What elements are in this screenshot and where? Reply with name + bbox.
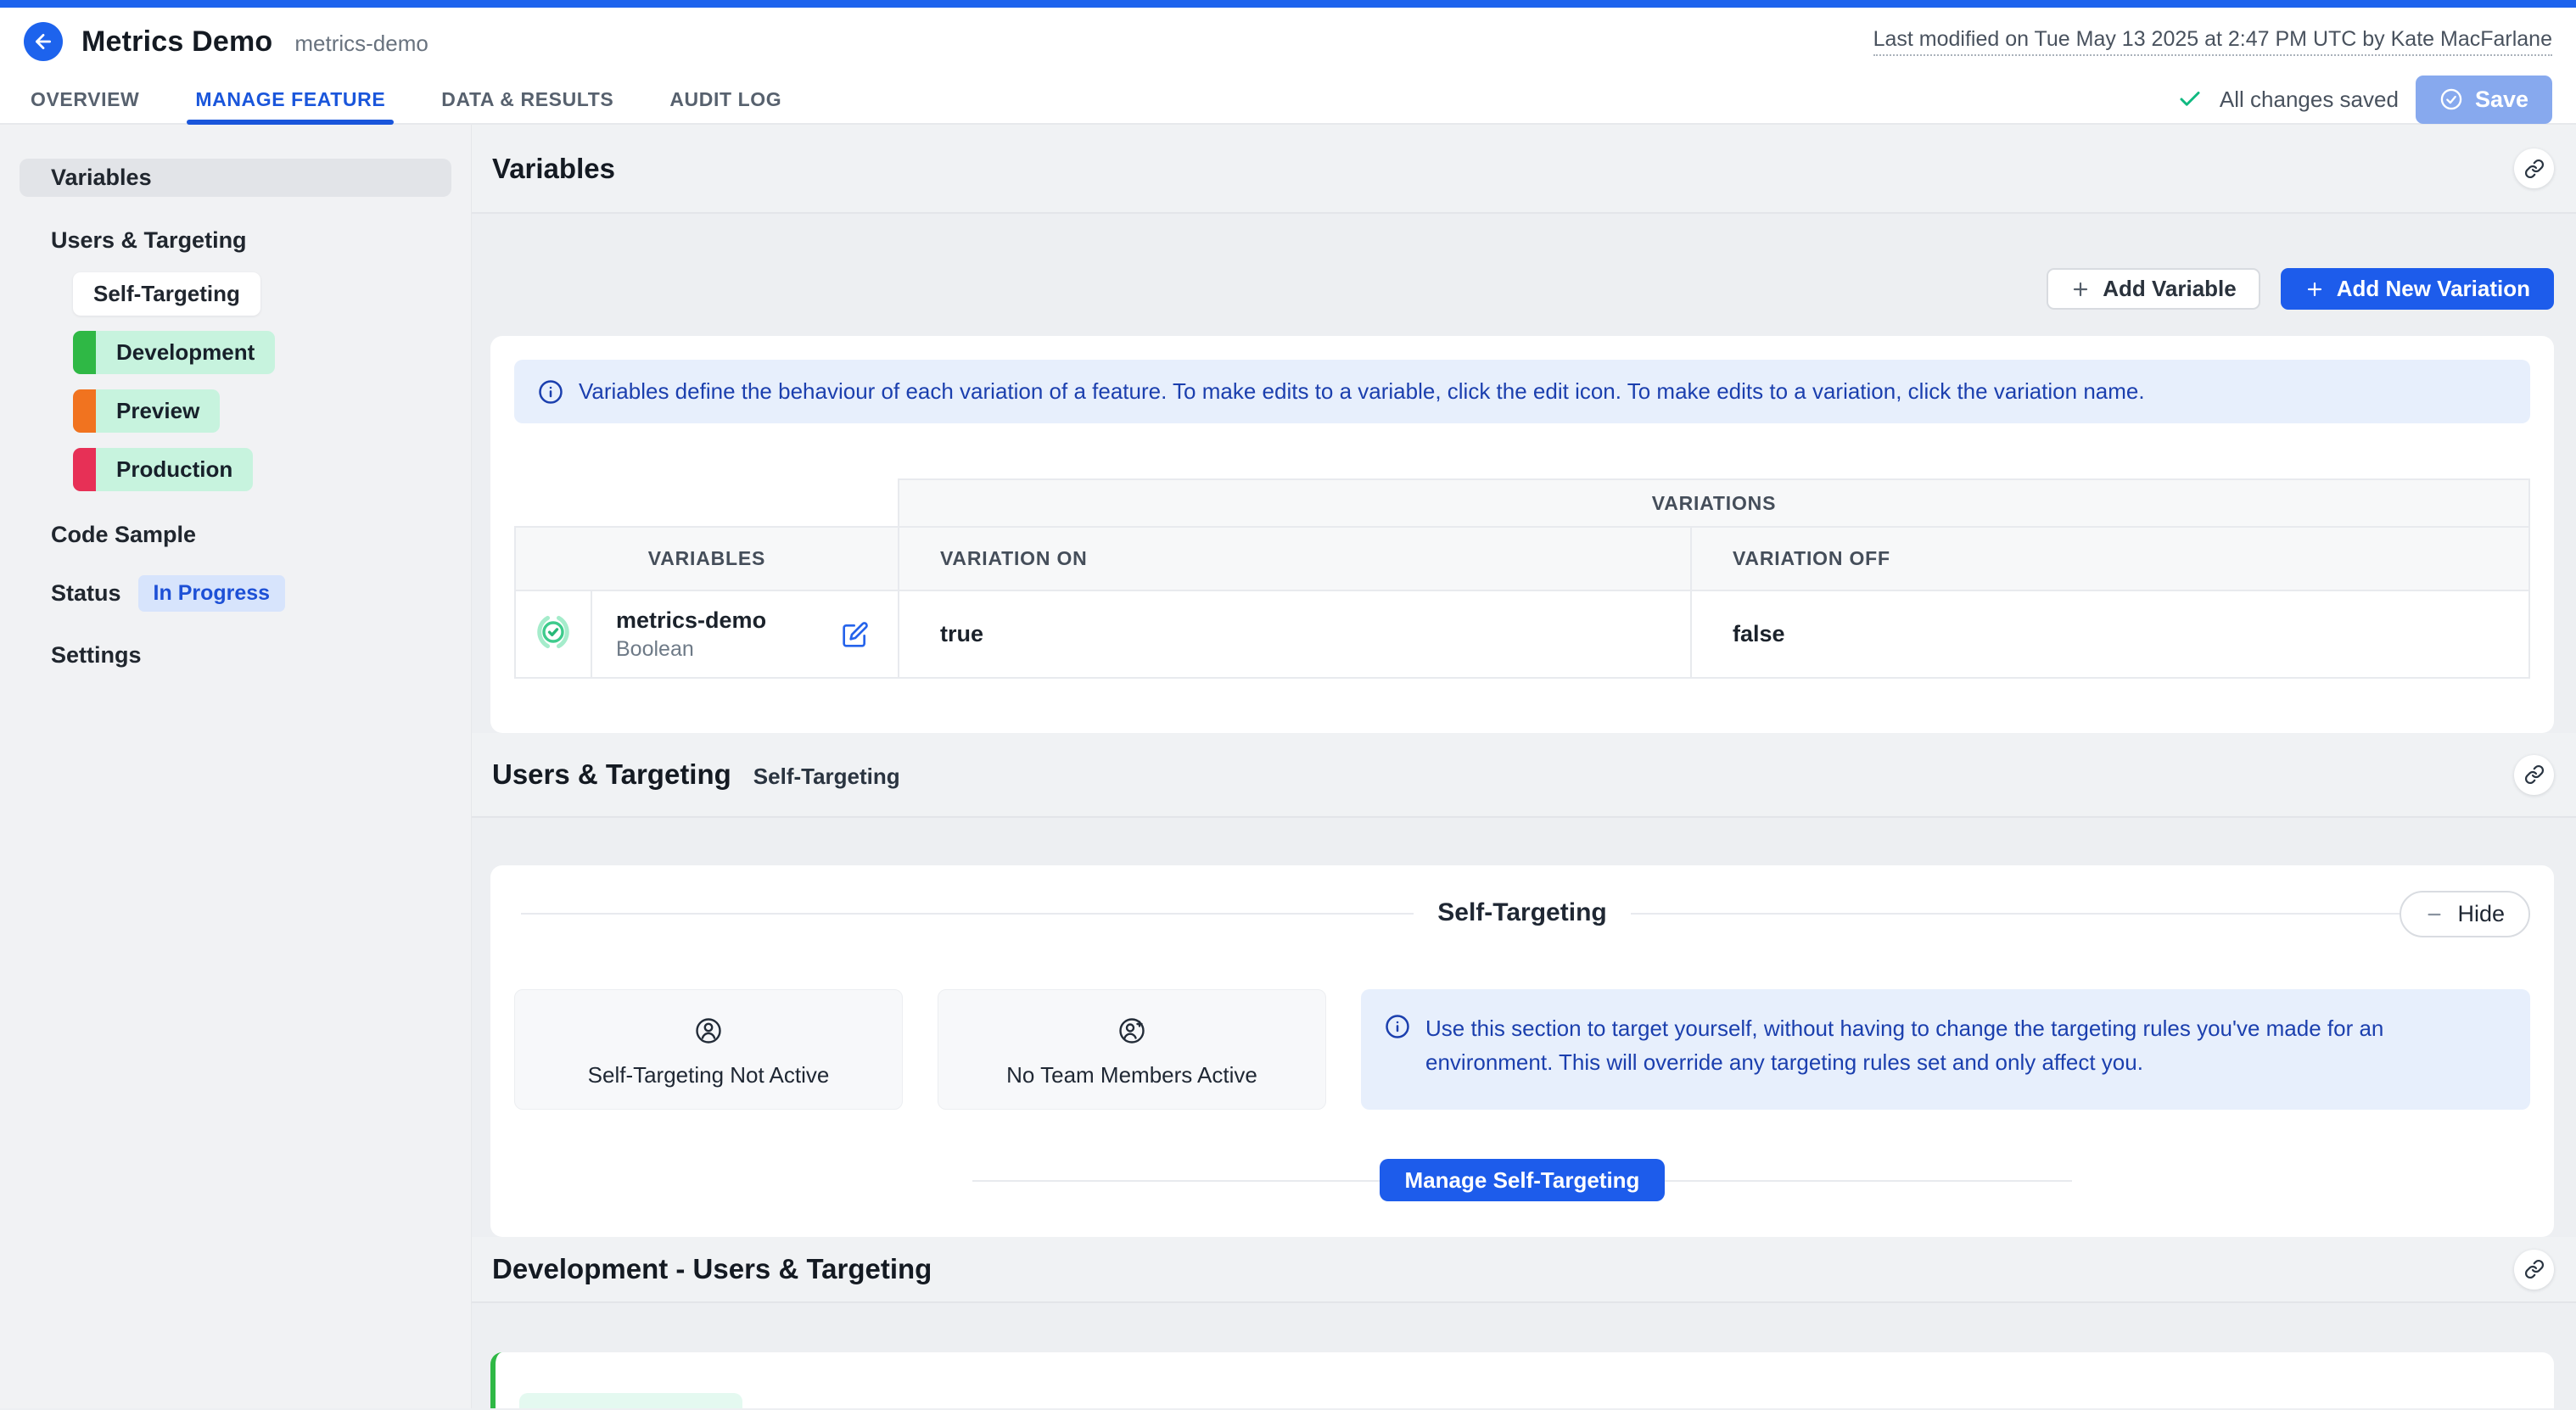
self-targeting-card: Self-Targeting Hide Self-Targeting Not A…: [490, 865, 2554, 1237]
variable-name[interactable]: metrics-demo: [616, 607, 766, 634]
sidebar-sub-items: Self-Targeting Development Preview Produ…: [73, 272, 451, 491]
sidebar-item-code-sample[interactable]: Code Sample: [20, 522, 451, 548]
development-section-header: Development - Users & Targeting: [472, 1237, 2576, 1303]
variables-card: Variables define the behaviour of each v…: [490, 336, 2554, 733]
arrow-left-icon: [32, 31, 54, 53]
variables-section-title: Variables: [492, 153, 615, 185]
chain-link-icon: [2524, 1259, 2545, 1279]
tab-overview[interactable]: OVERVIEW: [31, 76, 139, 123]
env-color-swatch-production: [73, 448, 96, 491]
pencil-square-icon: [842, 621, 869, 648]
saved-status-text: All changes saved: [2220, 87, 2399, 113]
variable-icon-cell: [515, 590, 591, 678]
info-circle-icon: [1385, 1014, 1410, 1039]
variable-type: Boolean: [616, 637, 766, 662]
self-targeting-card-title: Self-Targeting: [1414, 898, 1630, 927]
variations-group-header: VARIATIONS: [899, 479, 2529, 527]
chain-link-icon: [2524, 159, 2545, 179]
column-header-variation-on: VARIATION ON: [899, 527, 1691, 590]
variation-on-value: true: [899, 590, 1691, 678]
edit-variable-button[interactable]: [842, 621, 869, 648]
chain-link-icon: [2524, 764, 2545, 785]
variable-name-cell: metrics-demo Boolean: [591, 590, 899, 678]
minus-icon: [2425, 905, 2444, 924]
column-header-variables: VARIABLES: [515, 527, 899, 590]
sidebar: Variables Users & Targeting Self-Targeti…: [0, 125, 472, 1408]
hide-button[interactable]: Hide: [2400, 891, 2530, 937]
development-section-title: Development - Users & Targeting: [492, 1253, 932, 1285]
feature-key: metrics-demo: [294, 27, 428, 57]
self-targeting-info-text: Use this section to target yourself, wit…: [1425, 1011, 2506, 1080]
target-check-icon: [534, 613, 573, 652]
env-color-swatch-development: [73, 331, 96, 374]
page-title: Metrics Demo: [81, 25, 272, 59]
self-targeting-info-banner: Use this section to target yourself, wit…: [1361, 989, 2530, 1110]
self-targeting-status-text: Self-Targeting Not Active: [588, 1062, 830, 1088]
person-circle-icon: [689, 1011, 728, 1050]
users-targeting-subtitle: Self-Targeting: [753, 759, 900, 790]
tab-manage-feature[interactable]: MANAGE FEATURE: [195, 76, 385, 123]
sidebar-item-env-development[interactable]: Development: [73, 331, 275, 374]
plus-icon: [2304, 279, 2325, 299]
variables-info-text: Variables define the behaviour of each v…: [579, 378, 2145, 405]
back-button[interactable]: [24, 22, 63, 61]
circle-check-icon: [2439, 87, 2463, 111]
save-button[interactable]: Save: [2416, 76, 2552, 124]
development-targeting-card: Targeting ON Use targeting rules to conf…: [490, 1352, 2554, 1408]
self-targeting-title-row: Self-Targeting Hide: [514, 889, 2530, 937]
status-badge[interactable]: In Progress: [138, 575, 286, 612]
self-targeting-status-row: Self-Targeting Not Active No Team Member…: [514, 989, 2530, 1110]
table-row: metrics-demo Boolean true false: [515, 590, 2529, 678]
add-variable-button[interactable]: Add Variable: [2047, 268, 2260, 310]
env-color-swatch-preview: [73, 389, 96, 433]
plus-icon: [2070, 279, 2091, 299]
top-accent-bar: [0, 0, 2576, 8]
sidebar-item-env-preview[interactable]: Preview: [73, 389, 220, 433]
team-members-status-text: No Team Members Active: [1006, 1062, 1257, 1088]
sidebar-item-self-targeting[interactable]: Self-Targeting: [73, 272, 260, 316]
last-modified-text[interactable]: Last modified on Tue May 13 2025 at 2:47…: [1873, 27, 2552, 56]
save-cluster: All changes saved Save: [2177, 76, 2552, 124]
sidebar-item-env-production[interactable]: Production: [73, 448, 253, 491]
sidebar-item-status[interactable]: Status: [20, 580, 121, 607]
table-spacer-cell: [515, 479, 899, 527]
users-targeting-title: Users & Targeting: [492, 758, 731, 791]
self-targeting-status-box: Self-Targeting Not Active: [514, 989, 903, 1110]
sidebar-item-variables[interactable]: Variables: [20, 159, 451, 197]
column-header-variation-off: VARIATION OFF: [1691, 527, 2529, 590]
tab-data-results[interactable]: DATA & RESULTS: [441, 76, 613, 123]
check-icon: [2177, 87, 2203, 112]
tab-audit-log[interactable]: AUDIT LOG: [669, 76, 781, 123]
variables-table: VARIATIONS VARIABLES VARIATION ON VARIAT…: [514, 478, 2530, 679]
main-content: Variables Add Variable Add New Variation…: [472, 125, 2576, 1408]
tabs-bar: OVERVIEW MANAGE FEATURE DATA & RESULTS A…: [0, 76, 2576, 125]
team-members-status-box: No Team Members Active: [938, 989, 1326, 1110]
variables-anchor-link-button[interactable]: [2514, 148, 2554, 188]
sidebar-status-row: Status In Progress: [20, 575, 451, 612]
sidebar-item-settings[interactable]: Settings: [20, 642, 451, 669]
manage-self-targeting-button[interactable]: Manage Self-Targeting: [1380, 1159, 1666, 1201]
add-new-variation-button[interactable]: Add New Variation: [2281, 268, 2554, 310]
app-header: Metrics Demo metrics-demo Last modified …: [0, 8, 2576, 76]
active-tab-underline: [187, 120, 394, 125]
person-add-circle-icon: [1112, 1011, 1151, 1050]
development-anchor-link-button[interactable]: [2514, 1250, 2554, 1290]
info-circle-icon: [538, 379, 563, 405]
variables-section-header: Variables: [472, 125, 2576, 214]
users-targeting-section-header: Users & Targeting Self-Targeting: [472, 733, 2576, 818]
targeting-status-box: Targeting ON: [519, 1393, 742, 1408]
sidebar-item-users-targeting[interactable]: Users & Targeting: [20, 227, 451, 254]
variables-actions: Add Variable Add New Variation: [472, 268, 2554, 310]
variables-info-banner: Variables define the behaviour of each v…: [514, 360, 2530, 423]
users-targeting-anchor-link-button[interactable]: [2514, 755, 2554, 795]
variation-off-value: false: [1691, 590, 2529, 678]
manage-self-targeting-row: Manage Self-Targeting: [514, 1159, 2530, 1201]
